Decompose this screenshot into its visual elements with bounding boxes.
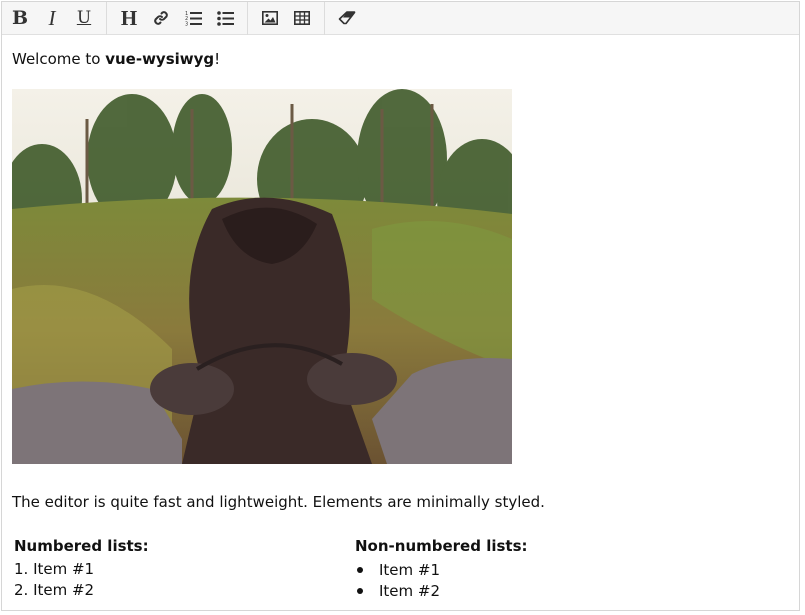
list-item: Item #1	[355, 559, 694, 580]
bulleted-list-column: Non-numbered lists: Item #1 Item #2	[353, 536, 694, 601]
bold-icon: B	[11, 6, 29, 29]
wysiwyg-editor: B I U H 1 2 3 Welcome to vue-wysiwyg! Th…	[1, 1, 800, 611]
editor-content[interactable]: Welcome to vue-wysiwyg! The editor is qu…	[2, 35, 799, 615]
list-item-label: Item #2	[379, 581, 441, 600]
underline-button[interactable]: U	[68, 2, 100, 34]
format-group	[331, 2, 363, 34]
editor-toolbar: B I U H 1 2 3	[2, 1, 799, 35]
toolbar-divider	[106, 1, 107, 35]
insert-image-button[interactable]	[254, 2, 286, 34]
numbered-list-title: Numbered lists:	[14, 537, 149, 555]
list-item: 1. Item #1	[14, 560, 95, 578]
link-icon	[154, 11, 168, 25]
table-icon	[294, 11, 310, 25]
svg-text:3: 3	[185, 22, 188, 27]
image-icon	[262, 11, 278, 25]
heading-icon: H	[120, 5, 138, 30]
unordered-list-button[interactable]	[209, 2, 241, 34]
welcome-suffix: !	[214, 50, 221, 68]
list-item-label: Item #1	[379, 560, 441, 579]
lists-row: Numbered lists: 1. Item #1 2. Item #2 No…	[12, 536, 789, 601]
welcome-line: Welcome to vue-wysiwyg!	[12, 49, 789, 69]
italic-button[interactable]: I	[36, 2, 68, 34]
description-text: The editor is quite fast and lightweight…	[12, 493, 545, 511]
eraser-icon	[338, 11, 356, 25]
link-button[interactable]	[145, 2, 177, 34]
list-item: Item #2	[355, 580, 694, 601]
toolbar-divider	[324, 1, 325, 35]
heading-button[interactable]: H	[113, 2, 145, 34]
insert-table-button[interactable]	[286, 2, 318, 34]
numbered-list: 1. Item #1 2. Item #2	[14, 559, 353, 601]
toolbar-divider	[247, 1, 248, 35]
bold-button[interactable]: B	[4, 2, 36, 34]
bulleted-list: Item #1 Item #2	[355, 559, 694, 601]
bulleted-list-title: Non-numbered lists:	[355, 537, 528, 555]
text-style-group: B I U	[4, 2, 100, 34]
bullet-icon	[357, 566, 363, 573]
ordered-list-button[interactable]: 123	[177, 2, 209, 34]
list-item: 2. Item #2	[14, 581, 95, 599]
remove-format-button[interactable]	[331, 2, 363, 34]
italic-icon: I	[48, 5, 56, 30]
bullet-icon	[357, 587, 363, 594]
welcome-prefix: Welcome to	[12, 50, 106, 68]
underline-icon: U	[76, 7, 92, 28]
embedded-photo[interactable]	[12, 89, 512, 464]
product-name: vue-wysiwyg	[105, 50, 215, 68]
numbered-list-column: Numbered lists: 1. Item #1 2. Item #2	[12, 536, 353, 601]
insert-group	[254, 2, 318, 34]
block-group: H 123	[113, 2, 241, 34]
unordered-list-icon	[216, 11, 234, 26]
ordered-list-icon: 123	[185, 11, 202, 27]
